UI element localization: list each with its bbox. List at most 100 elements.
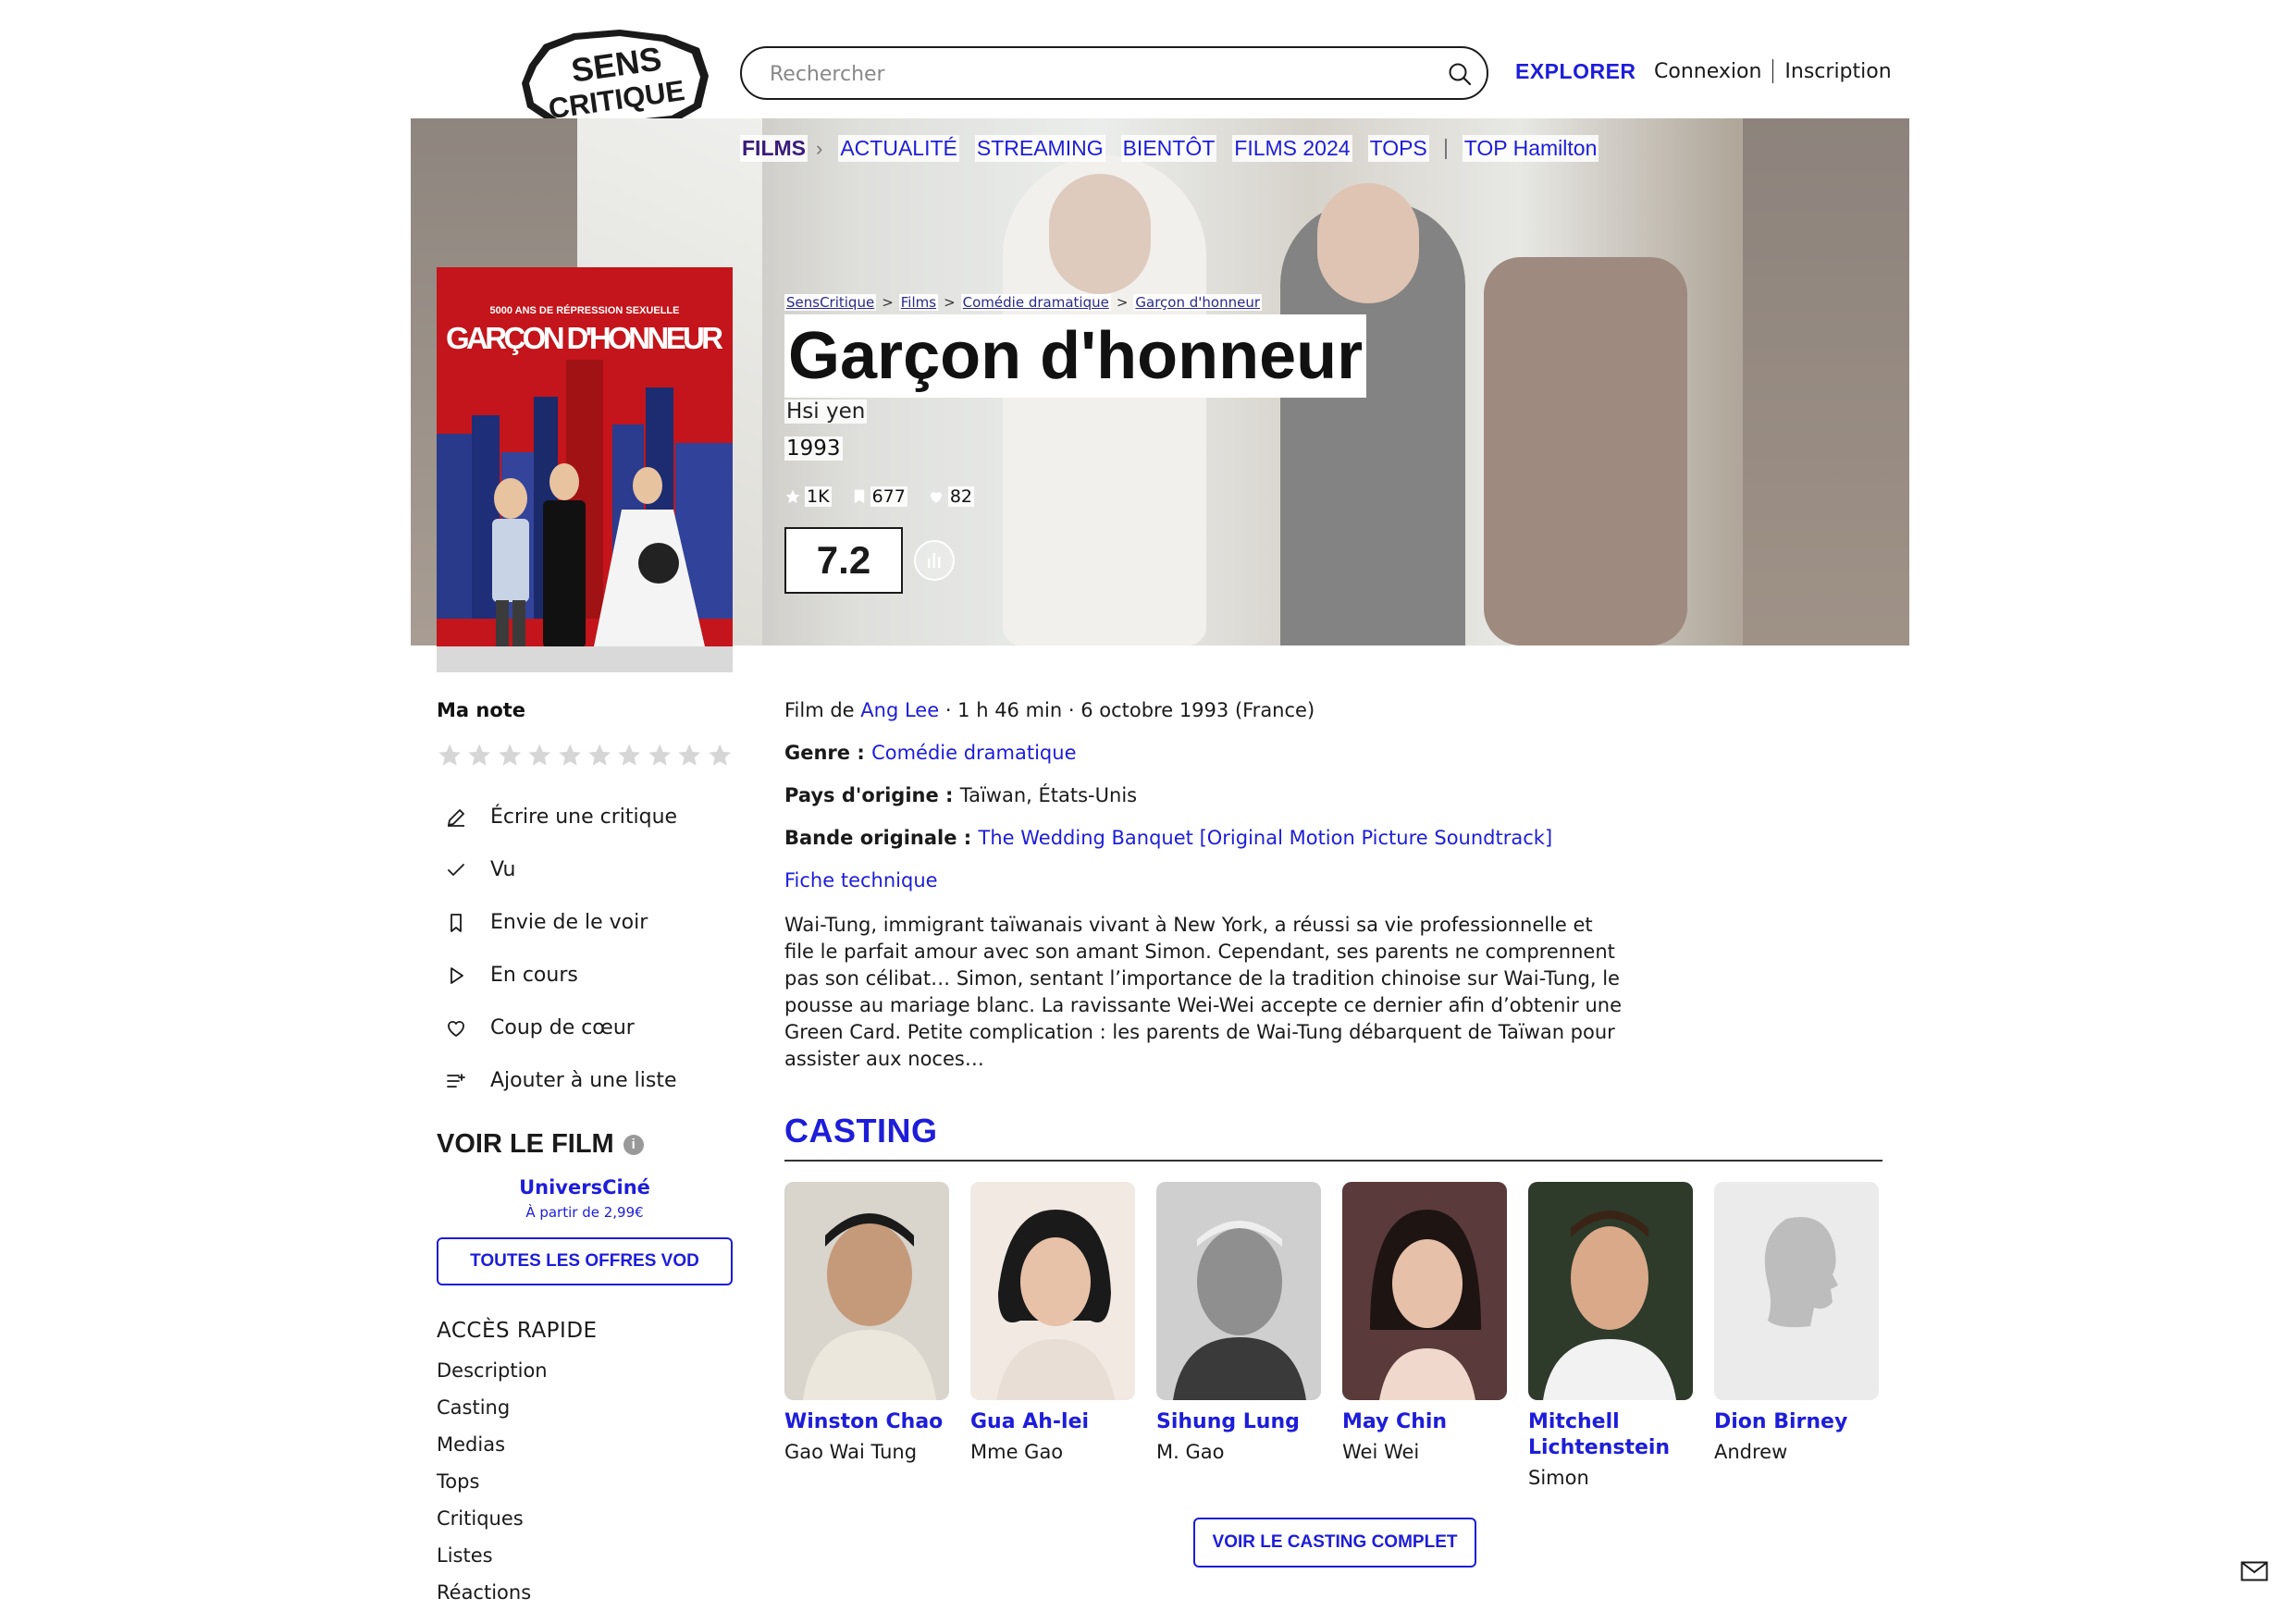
auth-separator bbox=[1772, 59, 1774, 83]
actor-photo-placeholder[interactable] bbox=[1714, 1182, 1879, 1400]
action-add-to-list[interactable]: Ajouter à une liste bbox=[437, 1054, 733, 1107]
actor-photo[interactable] bbox=[1528, 1182, 1693, 1400]
breadcrumb-separator: > bbox=[882, 294, 894, 311]
rating-star-3[interactable] bbox=[497, 742, 523, 768]
actor-photo[interactable] bbox=[1156, 1182, 1321, 1400]
quick-link-critiques[interactable]: Critiques bbox=[437, 1507, 733, 1544]
rating-star-5[interactable] bbox=[557, 742, 583, 768]
film-poster[interactable]: 5000 ANS DE RÉPRESSION SEXUELLE GARÇON D… bbox=[437, 267, 733, 672]
poster-title: GARÇON D'HONNEUR bbox=[446, 321, 723, 355]
quick-link-description[interactable]: Description bbox=[437, 1359, 733, 1396]
stat-favorites-value: 82 bbox=[947, 486, 975, 507]
stat-wishes-value: 677 bbox=[870, 486, 907, 507]
rating-distribution-button[interactable] bbox=[914, 540, 955, 581]
action-favorite[interactable]: Coup de cœur bbox=[437, 1002, 733, 1054]
chevron-right-icon: › bbox=[816, 136, 823, 160]
soundtrack-link[interactable]: The Wedding Banquet [Original Motion Pic… bbox=[979, 827, 1553, 849]
action-write-review[interactable]: Écrire une critique bbox=[437, 791, 733, 843]
actor-name[interactable]: Sihung Lung bbox=[1156, 1409, 1321, 1435]
actor-name[interactable]: May Chin bbox=[1342, 1409, 1507, 1435]
page-title: Garçon d'honneur bbox=[784, 314, 1367, 398]
nav-films[interactable]: FILMS bbox=[740, 135, 808, 162]
nav-item-tops[interactable]: TOPS bbox=[1367, 135, 1429, 162]
cast-member[interactable]: Gua Ah-lei Mme Gao bbox=[970, 1182, 1135, 1489]
film-credit-line: Film de Ang Lee · 1 h 46 min · 6 octobre… bbox=[784, 699, 1885, 742]
search-icon[interactable] bbox=[1446, 60, 1474, 88]
signup-link[interactable]: Inscription bbox=[1784, 60, 1891, 83]
film-details: Film de Ang Lee · 1 h 46 min · 6 octobre… bbox=[784, 699, 1885, 1489]
mail-icon[interactable] bbox=[2240, 1561, 2268, 1581]
director-link[interactable]: Ang Lee bbox=[860, 699, 939, 721]
breadcrumb-item-senscritique[interactable]: SensCritique bbox=[784, 294, 877, 311]
search-bar[interactable] bbox=[740, 46, 1488, 100]
casting-divider bbox=[784, 1160, 1882, 1162]
rating-star-2[interactable] bbox=[466, 742, 492, 768]
breadcrumb-item-genre[interactable]: Comédie dramatique bbox=[960, 294, 1111, 311]
rating-star-9[interactable] bbox=[676, 742, 702, 768]
bookmark-icon bbox=[444, 911, 468, 935]
action-want-to-see[interactable]: Envie de le voir bbox=[437, 896, 733, 949]
rating-star-1[interactable] bbox=[437, 742, 463, 768]
quick-link-reactions[interactable]: Réactions bbox=[437, 1581, 733, 1618]
my-rating-label: Ma note bbox=[437, 699, 526, 721]
cast-member[interactable]: Dion Birney Andrew bbox=[1714, 1182, 1879, 1489]
rating-star-8[interactable] bbox=[647, 742, 673, 768]
actor-name[interactable]: Gua Ah-lei bbox=[970, 1409, 1135, 1435]
actor-role: Andrew bbox=[1714, 1441, 1788, 1463]
actor-photo[interactable] bbox=[1342, 1182, 1507, 1400]
nav-divider bbox=[1444, 138, 1447, 159]
tech-sheet-link[interactable]: Fiche technique bbox=[784, 869, 938, 891]
cast-member[interactable]: Mitchell Lichtenstein Simon bbox=[1528, 1182, 1693, 1489]
nav-item-actualite[interactable]: ACTUALITÉ bbox=[838, 135, 959, 162]
quick-link-tops[interactable]: Tops bbox=[437, 1470, 733, 1507]
average-score: 7.2 bbox=[784, 527, 903, 594]
breadcrumb-item-films[interactable]: Films bbox=[898, 294, 939, 311]
casting-title: CASTING bbox=[784, 1112, 938, 1150]
watch-title-text: VOIR LE FILM bbox=[437, 1129, 614, 1159]
nav-item-top-hamilton[interactable]: TOP Hamilton bbox=[1462, 135, 1599, 162]
info-icon[interactable]: i bbox=[623, 1134, 644, 1155]
soundtrack-label: Bande originale : bbox=[784, 827, 979, 849]
actor-name[interactable]: Dion Birney bbox=[1714, 1409, 1879, 1435]
stat-wishes: 677 bbox=[852, 486, 907, 507]
all-vod-offers-button[interactable]: TOUTES LES OFFRES VOD bbox=[437, 1237, 733, 1285]
country-value: Taïwan, États-Unis bbox=[959, 784, 1138, 806]
cast-member[interactable]: May Chin Wei Wei bbox=[1342, 1182, 1507, 1489]
film-stats: 1K 677 82 bbox=[784, 486, 975, 507]
rating-star-6[interactable] bbox=[586, 742, 612, 768]
star-icon bbox=[785, 489, 800, 504]
provider-name[interactable]: UniversCiné bbox=[437, 1176, 733, 1199]
actor-role: Gao Wai Tung bbox=[784, 1441, 918, 1463]
play-icon bbox=[444, 964, 468, 988]
full-casting-button[interactable]: VOIR LE CASTING COMPLET bbox=[1193, 1518, 1476, 1568]
breadcrumb-separator: > bbox=[1116, 294, 1129, 311]
quick-link-medias[interactable]: Medias bbox=[437, 1433, 733, 1470]
actor-name[interactable]: Winston Chao bbox=[784, 1409, 949, 1435]
quick-link-listes[interactable]: Listes bbox=[437, 1544, 733, 1581]
streaming-provider[interactable]: UniversCiné À partir de 2,99€ bbox=[437, 1176, 733, 1221]
search-input[interactable] bbox=[770, 57, 1417, 91]
actor-photo[interactable] bbox=[970, 1182, 1135, 1400]
action-seen[interactable]: Vu bbox=[437, 843, 733, 896]
nav-item-streaming[interactable]: STREAMING bbox=[974, 135, 1105, 162]
rating-stars[interactable] bbox=[437, 742, 733, 768]
actor-role: Simon bbox=[1528, 1467, 1589, 1489]
genre-link[interactable]: Comédie dramatique bbox=[871, 742, 1076, 764]
rating-star-10[interactable] bbox=[707, 742, 733, 768]
cast-member[interactable]: Winston Chao Gao Wai Tung bbox=[784, 1182, 949, 1489]
login-link[interactable]: Connexion bbox=[1654, 60, 1761, 83]
actor-role: M. Gao bbox=[1156, 1441, 1225, 1463]
nav-item-films-2024[interactable]: FILMS 2024 bbox=[1232, 135, 1352, 162]
action-in-progress[interactable]: En cours bbox=[437, 949, 733, 1002]
explorer-link[interactable]: EXPLORER bbox=[1515, 59, 1636, 84]
rating-star-7[interactable] bbox=[616, 742, 642, 768]
rating-star-4[interactable] bbox=[526, 742, 552, 768]
country-line: Pays d'origine : Taïwan, États-Unis bbox=[784, 784, 1885, 827]
cast-member[interactable]: Sihung Lung M. Gao bbox=[1156, 1182, 1321, 1489]
actor-name[interactable]: Mitchell Lichtenstein bbox=[1528, 1409, 1693, 1461]
nav-item-bientot[interactable]: BIENTÔT bbox=[1120, 135, 1217, 162]
actor-photo[interactable] bbox=[784, 1182, 949, 1400]
breadcrumb-item-current[interactable]: Garçon d'honneur bbox=[1133, 294, 1263, 311]
watch-section-title: VOIR LE FILM i bbox=[437, 1129, 733, 1160]
quick-link-casting[interactable]: Casting bbox=[437, 1396, 733, 1433]
